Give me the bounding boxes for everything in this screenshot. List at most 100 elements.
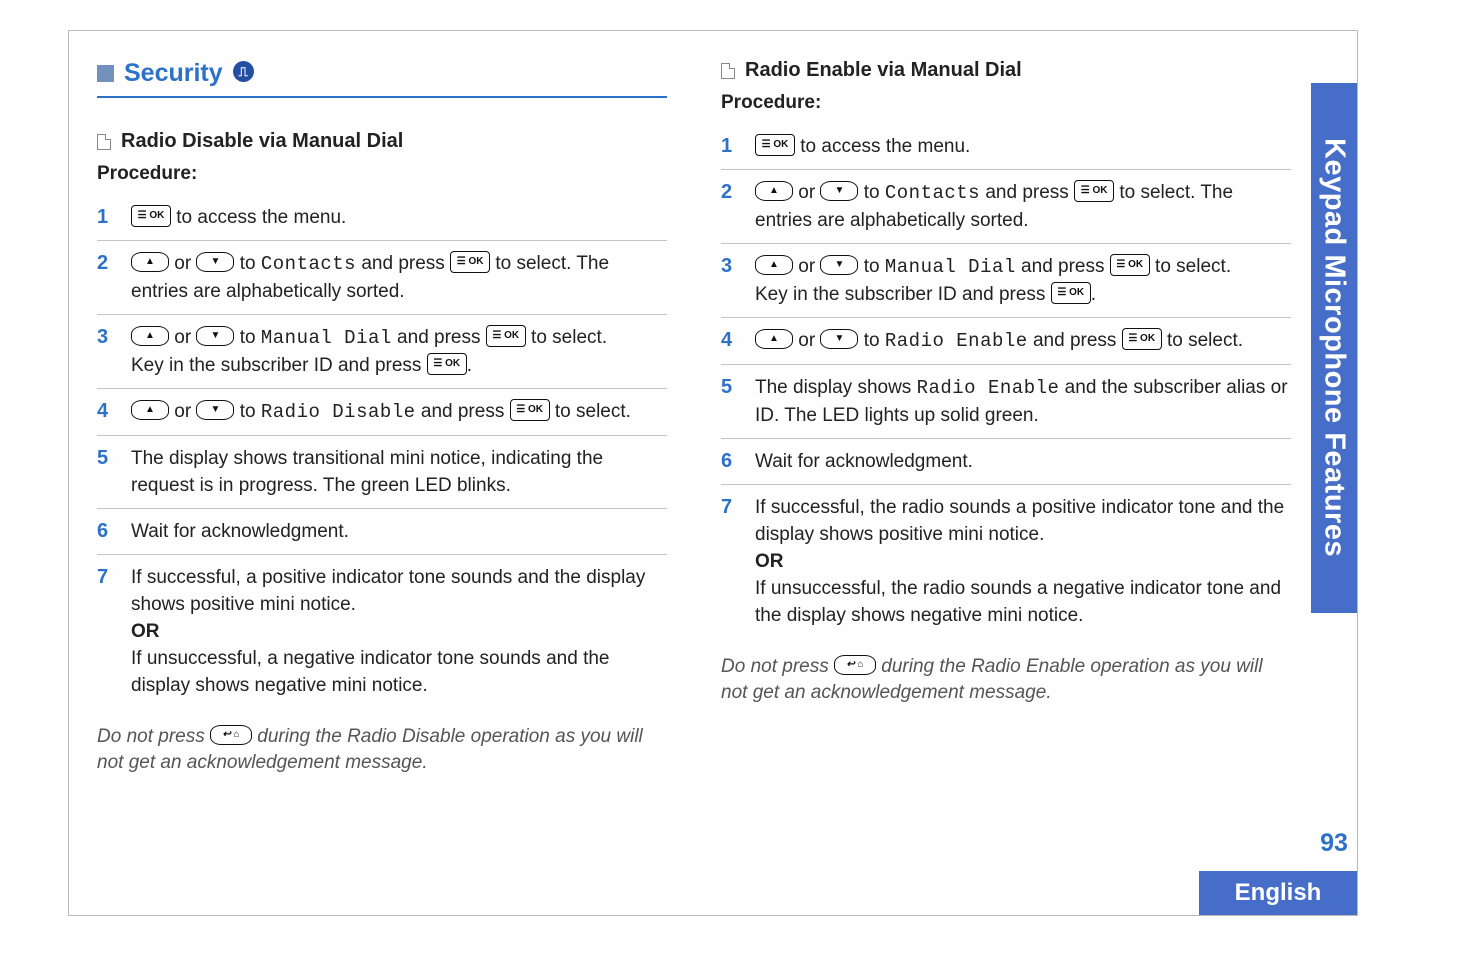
step-number: 6 bbox=[721, 448, 739, 474]
step-text: If successful, a positive indicator tone… bbox=[131, 567, 645, 615]
up-key-icon bbox=[131, 326, 169, 346]
right-note: Do not press ↩ ⌂ during the Radio Enable… bbox=[721, 654, 1291, 706]
step-body: Wait for acknowledgment. bbox=[755, 448, 1291, 475]
step-text: to bbox=[234, 253, 260, 274]
page-frame: Security ⎍ Radio Disable via Manual Dial… bbox=[68, 30, 1358, 916]
step-number: 2 bbox=[721, 179, 739, 205]
left-subtitle: Radio Disable via Manual Dial bbox=[121, 130, 403, 153]
step-body: If successful, a positive indicator tone… bbox=[131, 564, 667, 699]
list-item: 7 If successful, the radio sounds a posi… bbox=[721, 484, 1291, 638]
ok-key-icon: ☰ OK bbox=[450, 251, 490, 273]
step-number: 5 bbox=[97, 445, 115, 471]
menu-literal: Radio Enable bbox=[917, 377, 1060, 399]
right-steps: 1 ☰ OK to access the menu. 2 or to Conta… bbox=[721, 124, 1291, 638]
step-body: If successful, the radio sounds a positi… bbox=[755, 494, 1291, 629]
step-number: 3 bbox=[97, 324, 115, 350]
up-key-icon bbox=[131, 400, 169, 420]
step-text: to bbox=[858, 182, 884, 203]
step-number: 2 bbox=[97, 250, 115, 276]
left-steps: 1 ☰ OK to access the menu. 2 or to Conta… bbox=[97, 195, 667, 708]
step-body: Wait for acknowledgment. bbox=[131, 518, 667, 545]
menu-literal: Contacts bbox=[885, 182, 980, 204]
step-text: and press bbox=[416, 401, 510, 422]
right-subheading: Radio Enable via Manual Dial bbox=[721, 59, 1291, 82]
step-body: ☰ OK to access the menu. bbox=[755, 133, 1291, 160]
left-note: Do not press ↩ ⌂ during the Radio Disabl… bbox=[97, 724, 667, 776]
note-text: Do not press bbox=[97, 726, 210, 747]
list-item: 3 or to Manual Dial and press ☰ OK to se… bbox=[721, 243, 1291, 317]
step-number: 3 bbox=[721, 253, 739, 279]
feature-badge-icon: ⎍ bbox=[233, 61, 254, 82]
step-body: or to Radio Disable and press ☰ OK to se… bbox=[131, 398, 667, 426]
back-key-icon: ↩ ⌂ bbox=[210, 725, 252, 745]
list-item: 5 The display shows transitional mini no… bbox=[97, 435, 667, 508]
step-number: 1 bbox=[721, 133, 739, 159]
up-key-icon bbox=[131, 252, 169, 272]
down-key-icon bbox=[196, 252, 234, 272]
list-item: 2 or to Contacts and press ☰ OK to selec… bbox=[721, 169, 1291, 243]
or-label: OR bbox=[131, 621, 160, 642]
down-key-icon bbox=[196, 400, 234, 420]
step-body: or to Contacts and press ☰ OK to select.… bbox=[131, 250, 667, 305]
up-key-icon bbox=[755, 329, 793, 349]
ok-key-icon: ☰ OK bbox=[1110, 254, 1150, 276]
step-text: . bbox=[467, 355, 472, 376]
step-text: to access the menu. bbox=[171, 207, 346, 228]
section-bullet-icon bbox=[97, 65, 114, 82]
up-key-icon bbox=[755, 181, 793, 201]
step-text: or bbox=[169, 253, 196, 274]
doc-icon bbox=[97, 134, 111, 150]
left-column: Security ⎍ Radio Disable via Manual Dial… bbox=[97, 51, 667, 776]
right-subtitle: Radio Enable via Manual Dial bbox=[745, 59, 1022, 82]
down-key-icon bbox=[820, 255, 858, 275]
step-text: If unsuccessful, the radio sounds a nega… bbox=[755, 578, 1281, 626]
up-key-icon bbox=[755, 255, 793, 275]
step-text: and press bbox=[392, 327, 486, 348]
left-procedure-label: Procedure: bbox=[97, 163, 667, 185]
section-rule bbox=[97, 96, 667, 98]
step-number: 1 bbox=[97, 204, 115, 230]
step-text: and press bbox=[1028, 330, 1122, 351]
step-number: 5 bbox=[721, 374, 739, 400]
ok-key-icon: ☰ OK bbox=[427, 353, 467, 375]
page-number: 93 bbox=[1311, 823, 1357, 863]
step-body: or to Manual Dial and press ☰ OK to sele… bbox=[131, 324, 667, 379]
step-number: 4 bbox=[97, 398, 115, 424]
menu-literal: Radio Disable bbox=[261, 401, 416, 423]
down-key-icon bbox=[820, 329, 858, 349]
list-item: 6 Wait for acknowledgment. bbox=[97, 508, 667, 554]
step-text: to select. bbox=[550, 401, 631, 422]
list-item: 5 The display shows Radio Enable and the… bbox=[721, 364, 1291, 438]
content-columns: Security ⎍ Radio Disable via Manual Dial… bbox=[69, 31, 1357, 776]
step-text: and press bbox=[1016, 256, 1110, 277]
step-number: 6 bbox=[97, 518, 115, 544]
step-number: 7 bbox=[721, 494, 739, 520]
step-text: If successful, the radio sounds a positi… bbox=[755, 497, 1284, 545]
list-item: 1 ☰ OK to access the menu. bbox=[97, 195, 667, 240]
down-key-icon bbox=[820, 181, 858, 201]
list-item: 7 If successful, a positive indicator to… bbox=[97, 554, 667, 708]
step-text: to bbox=[858, 256, 884, 277]
step-text: or bbox=[169, 401, 196, 422]
menu-literal: Radio Enable bbox=[885, 330, 1028, 352]
step-number: 4 bbox=[721, 327, 739, 353]
or-label: OR bbox=[755, 551, 784, 572]
step-text: Key in the subscriber ID and press bbox=[131, 355, 427, 376]
step-text: and press bbox=[980, 182, 1074, 203]
step-text: to bbox=[858, 330, 884, 351]
step-text: to access the menu. bbox=[795, 136, 970, 157]
menu-literal: Contacts bbox=[261, 253, 356, 275]
list-item: 3 or to Manual Dial and press ☰ OK to se… bbox=[97, 314, 667, 388]
back-key-icon: ↩ ⌂ bbox=[834, 655, 876, 675]
step-text: to bbox=[234, 401, 260, 422]
list-item: 4 or to Radio Enable and press ☰ OK to s… bbox=[721, 317, 1291, 364]
menu-literal: Manual Dial bbox=[261, 327, 392, 349]
step-body: or to Contacts and press ☰ OK to select.… bbox=[755, 179, 1291, 234]
right-procedure-label: Procedure: bbox=[721, 92, 1291, 114]
ok-key-icon: ☰ OK bbox=[131, 205, 171, 227]
step-text: If unsuccessful, a negative indicator to… bbox=[131, 648, 609, 696]
step-text: to select. bbox=[1150, 256, 1231, 277]
step-body: The display shows transitional mini noti… bbox=[131, 445, 667, 499]
step-text: or bbox=[793, 182, 820, 203]
section-title: Security bbox=[124, 59, 223, 88]
